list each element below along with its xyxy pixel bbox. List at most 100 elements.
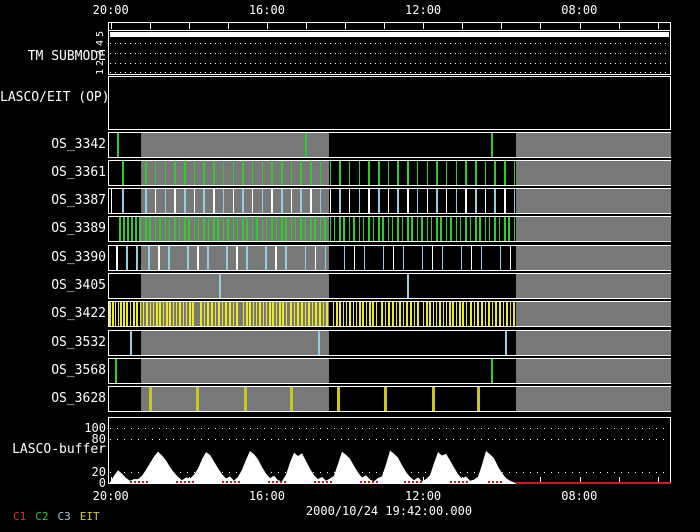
os-row [108,159,671,186]
event-tick [484,217,487,242]
hour-tick [657,23,659,29]
event-tick [365,302,368,327]
c1-event-mark [322,480,324,483]
hour-tick [579,23,581,29]
os-row [108,386,671,413]
event-tick [269,302,271,327]
event-tick [242,217,244,242]
event-tick [290,189,293,214]
event-tick [117,302,120,327]
event-tick [289,387,293,412]
hour-tick [149,477,151,482]
c1-event-mark [492,480,494,483]
event-tick [349,302,351,327]
event-tick [436,217,438,242]
c1-event-mark [404,480,406,483]
event-tick [476,387,480,412]
event-tick [509,302,512,327]
event-tick [329,160,332,185]
event-tick [382,217,384,242]
event-tick [384,302,387,327]
c1-event-mark [408,480,410,483]
event-tick [184,217,186,242]
telemetry-gap-band [516,274,671,299]
event-tick [158,245,160,270]
telemetry-gap-band [516,160,671,185]
event-tick [222,160,225,185]
hour-tick [345,477,347,482]
event-tick [285,302,288,327]
telemetry-gap-band [516,132,671,157]
event-tick [421,217,423,242]
event-tick [219,274,221,299]
event-tick [392,245,395,270]
event-tick [358,217,361,242]
buffer-ytick-label: 0 [98,475,106,490]
event-tick [426,217,429,242]
event-tick [300,160,302,185]
os-row [108,301,671,328]
event-tick [399,302,401,327]
event-tick [513,189,516,214]
event-tick [142,302,145,327]
event-tick [397,189,399,214]
event-tick [368,189,370,214]
event-tick [402,302,405,327]
c1-event-mark [138,480,140,483]
event-tick [378,160,380,185]
event-tick [122,160,124,185]
event-tick [243,387,247,412]
event-tick [426,302,428,327]
event-tick [395,302,398,327]
event-tick [343,245,346,270]
event-tick [252,302,255,327]
os-row-label: OS_3390 [51,249,106,265]
event-tick [232,302,235,327]
event-tick [217,217,219,242]
event-tick [159,302,161,327]
hour-tick [306,477,308,482]
c1-event-mark [412,480,414,483]
c1-event-mark [450,480,452,483]
event-tick [184,189,186,214]
telemetry-gap-band [516,217,671,242]
lasco-buffer-panel [108,417,671,484]
event-tick [407,160,409,185]
event-tick [222,217,225,242]
event-tick [214,302,217,327]
os-row [108,216,671,243]
event-tick [129,302,132,327]
event-tick [242,189,244,214]
event-tick [407,274,409,299]
legend-item-c3: C3 [57,510,71,523]
event-tick [407,189,409,214]
os-row-label: OS_3387 [51,193,106,209]
event-tick [475,217,477,242]
event-tick [275,217,278,242]
os-row [108,358,671,385]
event-tick [290,217,293,242]
event-tick [218,302,220,327]
event-tick [402,245,405,270]
event-tick [465,160,467,185]
event-tick [439,302,441,327]
hour-tick [540,477,542,482]
event-tick [401,217,404,242]
c1-event-mark [146,480,148,483]
event-tick [192,302,194,327]
event-tick [271,160,273,185]
event-tick [431,387,435,412]
hour-tick [423,477,425,482]
event-tick [261,160,264,185]
event-tick [413,302,416,327]
event-tick [432,302,435,327]
event-tick [362,302,364,327]
event-tick [326,302,328,327]
event-tick [221,302,224,327]
event-tick [465,302,468,327]
event-tick [197,217,200,242]
event-tick [249,302,251,327]
event-tick [329,189,332,214]
event-tick [225,302,227,327]
event-tick [477,302,479,327]
